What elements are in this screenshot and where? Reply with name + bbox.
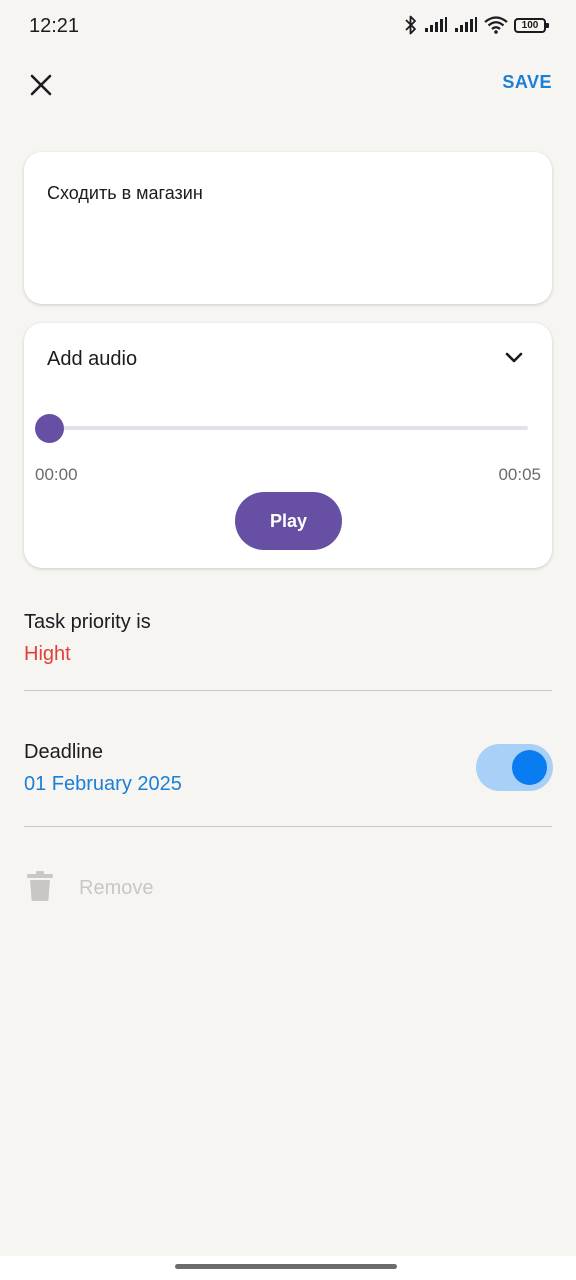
wifi-icon: [484, 16, 508, 34]
battery-icon: 100: [514, 17, 549, 33]
priority-value[interactable]: Hight: [24, 643, 71, 666]
priority-label: Task priority is: [24, 611, 151, 633]
note-text[interactable]: Сходить в магазин: [47, 183, 203, 204]
note-card[interactable]: Сходить в магазин: [24, 152, 552, 304]
audio-card: Add audio 00:00 00:05 Play: [24, 323, 552, 568]
play-button[interactable]: Play: [235, 492, 342, 550]
deadline-label: Deadline: [24, 741, 103, 763]
save-button[interactable]: SAVE: [502, 72, 552, 93]
audio-slider-thumb[interactable]: [35, 414, 64, 443]
remove-button[interactable]: Remove: [26, 870, 153, 907]
bluetooth-icon: [404, 14, 418, 36]
divider: [24, 690, 552, 691]
trash-icon: [26, 870, 54, 907]
close-button[interactable]: [24, 70, 58, 104]
audio-current-time: 00:00: [35, 465, 78, 484]
signal-icon: [454, 17, 478, 33]
home-indicator[interactable]: [175, 1264, 397, 1269]
signal-icon: [424, 17, 448, 33]
deadline-value[interactable]: 01 February 2025: [24, 773, 182, 796]
audio-slider-track[interactable]: [50, 426, 528, 430]
close-icon: [29, 73, 53, 102]
status-bar: 12:21 100: [0, 0, 576, 54]
divider: [24, 826, 552, 827]
audio-title: Add audio: [47, 348, 138, 370]
toggle-knob: [512, 750, 547, 785]
deadline-toggle[interactable]: [476, 744, 553, 791]
status-time: 12:21: [29, 15, 80, 37]
status-icons: 100: [404, 14, 549, 36]
remove-label: Remove: [79, 877, 154, 899]
audio-total-time: 00:05: [498, 465, 541, 484]
chevron-down-icon[interactable]: [504, 351, 524, 370]
